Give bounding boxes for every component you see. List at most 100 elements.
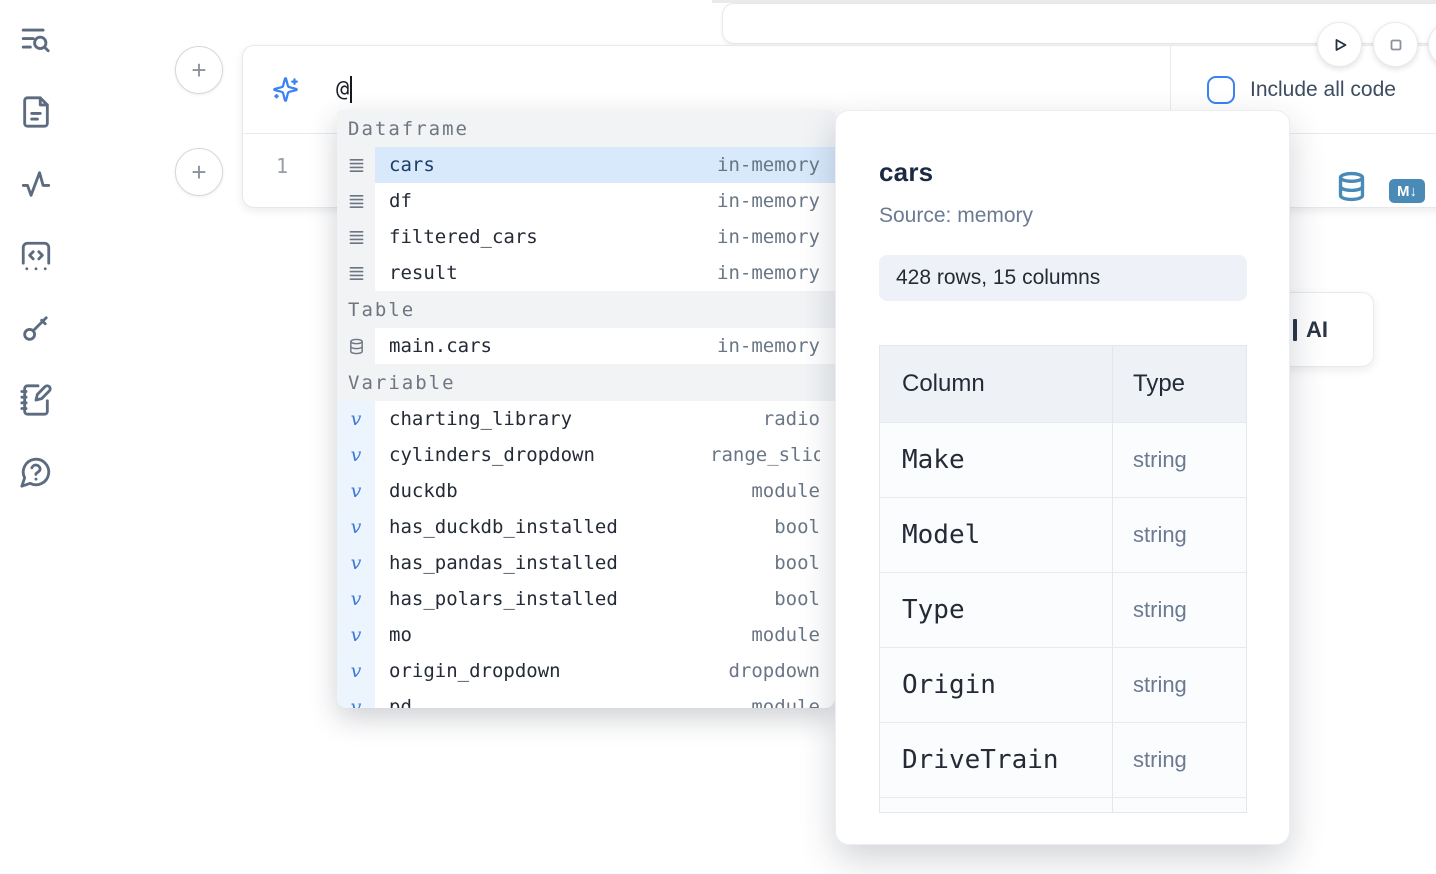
item-type: in-memory (717, 226, 820, 248)
database-action-icon[interactable] (1336, 171, 1367, 202)
item-name: cylinders_dropdown (389, 444, 595, 466)
help-chat-icon[interactable] (19, 455, 53, 489)
autocomplete-item-charting_library[interactable]: v charting_library radio (337, 401, 835, 437)
rows-icon (337, 255, 375, 291)
include-all-code-checkbox[interactable] (1207, 76, 1235, 104)
item-name: charting_library (389, 408, 572, 430)
schema-header-row: ColumnType (880, 346, 1246, 422)
play-icon (1328, 33, 1352, 57)
variable-icon: v (337, 401, 375, 437)
autocomplete-item-cars[interactable]: carsin-memory (337, 147, 835, 183)
item-type: in-memory (717, 335, 820, 357)
schema-row: Modelstring (880, 497, 1246, 572)
variable-icon: v (337, 437, 375, 473)
autocomplete-item-has_duckdb_installed[interactable]: v has_duckdb_installed bool (337, 509, 835, 545)
item-name: has_duckdb_installed (389, 516, 618, 538)
rows-icon (337, 219, 375, 255)
autocomplete-item-main.cars[interactable]: main.cars in-memory (337, 328, 835, 364)
item-type: module (751, 624, 820, 646)
item-type: module (751, 696, 820, 708)
column-name: DriveTrain (880, 723, 1113, 797)
sparkles-icon (272, 76, 299, 103)
variable-icon: v (337, 689, 375, 708)
item-name: main.cars (389, 335, 492, 357)
activity-icon[interactable] (19, 167, 53, 201)
autocomplete-item-duckdb[interactable]: vduckdbmodule (337, 473, 835, 509)
line-number: 1 (276, 154, 288, 178)
key-icon[interactable] (19, 311, 53, 345)
column-name: Model (880, 498, 1113, 572)
add-cell-button-bottom[interactable]: + (175, 148, 223, 196)
shape-badge: 428 rows, 15 columns (879, 255, 1247, 301)
variable-icon: v (337, 545, 375, 581)
item-type: module (751, 480, 820, 502)
autocomplete-item-result[interactable]: result in-memory (337, 255, 835, 291)
item-name: result (389, 262, 458, 284)
schema-row (880, 797, 1246, 813)
item-type: in-memory (717, 154, 820, 176)
item-name: duckdb (389, 480, 458, 502)
item-type: bool (774, 516, 820, 538)
stop-cell-button[interactable] (1373, 22, 1418, 67)
column-name: Origin (880, 648, 1113, 722)
rows-icon (337, 183, 375, 219)
toc-search-icon[interactable] (19, 23, 53, 57)
item-type: in-memory (717, 190, 820, 212)
column-name (880, 798, 1113, 813)
variable-icon: v (337, 653, 375, 689)
autocomplete-item-has_polars_installed[interactable]: v has_polars_installed bool (337, 581, 835, 617)
rows-icon (337, 147, 375, 183)
item-type: radio (763, 408, 820, 430)
autocomplete-section-table: Table (337, 291, 835, 328)
run-cell-button[interactable] (1317, 22, 1362, 67)
autocomplete-item-filtered_cars[interactable]: filtered_cars in-memory (337, 219, 835, 255)
item-type: in-memory (717, 262, 820, 284)
schema-row: Makestring (880, 422, 1246, 497)
item-name: mo (389, 624, 412, 646)
database-icon (337, 328, 375, 364)
column-type: string (1113, 648, 1246, 722)
autocomplete-item-mo[interactable]: vmo module (337, 617, 835, 653)
text-cursor (350, 76, 352, 103)
column-type: string (1113, 423, 1246, 497)
schema-row: Originstring (880, 647, 1246, 722)
autocomplete-dropdown: Dataframecarsin-memorydfin-memoryfiltere… (337, 110, 835, 708)
item-name: has_pandas_installed (389, 552, 618, 574)
table-preview-popover: cars Source: memory 428 rows, 15 columns… (835, 110, 1290, 845)
item-name: df (389, 190, 412, 212)
code-snippet-icon[interactable] (19, 239, 53, 273)
type-header: Type (1113, 346, 1246, 422)
autocomplete-item-has_pandas_installed[interactable]: vhas_pandas_installedbool (337, 545, 835, 581)
preview-title: cars (879, 157, 1289, 188)
variable-icon: v (337, 617, 375, 653)
autocomplete-item-origin_dropdown[interactable]: v origin_dropdown dropdown (337, 653, 835, 689)
notebook-pen-icon[interactable] (19, 383, 53, 417)
autocomplete-item-pd[interactable]: v pd module (337, 689, 835, 708)
autocomplete-item-cylinders_dropdown[interactable]: v cylinders_dropdown range_slider (337, 437, 835, 473)
autocomplete-item-df[interactable]: df in-memory (337, 183, 835, 219)
item-name: has_polars_installed (389, 588, 618, 610)
item-type: range_slider (710, 444, 820, 466)
schema-table: ColumnTypeMakestringModelstringTypestrin… (879, 345, 1247, 813)
file-document-icon[interactable] (19, 95, 53, 129)
autocomplete-section-variable: Variable (337, 364, 835, 401)
variable-icon: v (337, 581, 375, 617)
preview-source: Source: memory (879, 204, 1289, 228)
item-name: filtered_cars (389, 226, 538, 248)
column-type: string (1113, 498, 1246, 572)
column-type: string (1113, 573, 1246, 647)
item-type: dropdown (728, 660, 820, 682)
stop-square-icon (1384, 33, 1408, 57)
item-type: bool (774, 588, 820, 610)
add-cell-button-top[interactable]: + (175, 46, 223, 94)
item-name: origin_dropdown (389, 660, 561, 682)
markdown-export-icon[interactable]: M↓ (1389, 179, 1425, 203)
column-name: Type (880, 573, 1113, 647)
schema-row: DriveTrainstring (880, 722, 1246, 797)
ai-button-label: AI (1306, 317, 1328, 343)
column-type: string (1113, 723, 1246, 797)
item-name: pd (389, 696, 412, 708)
variable-icon: v (337, 509, 375, 545)
clipped-glyph (1293, 319, 1297, 341)
ai-prompt-input[interactable]: @ (336, 77, 349, 102)
